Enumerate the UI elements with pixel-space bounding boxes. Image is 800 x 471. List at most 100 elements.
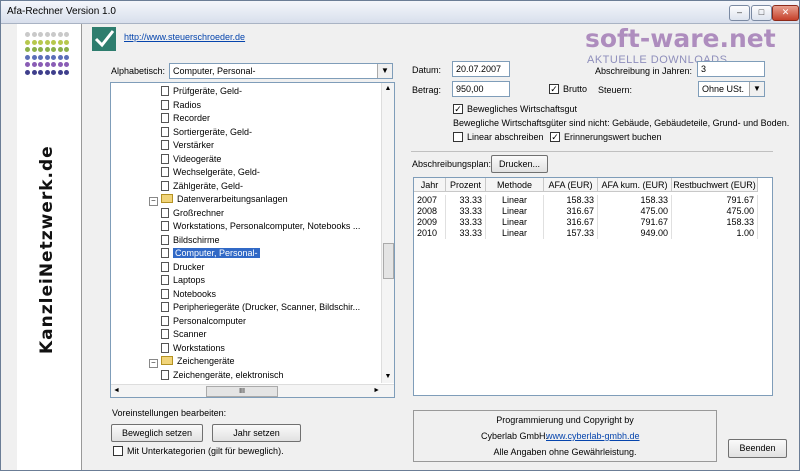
- table-cell: Linear: [486, 217, 544, 228]
- document-icon: [161, 86, 169, 96]
- column-header[interactable]: Jahr: [414, 178, 446, 192]
- logo-dot: [25, 62, 30, 67]
- betrag-label: Betrag:: [412, 85, 442, 95]
- tree-item[interactable]: Zählgeräte, Geld-: [161, 180, 243, 193]
- scroll-right-icon[interactable]: ►: [373, 385, 380, 397]
- tree-item[interactable]: Personalcomputer: [161, 315, 246, 328]
- tree-item[interactable]: Workstations, Personalcomputer, Notebook…: [161, 220, 360, 233]
- tree-item[interactable]: Wechselgeräte, Geld-: [161, 166, 260, 179]
- column-header[interactable]: AFA (EUR): [544, 178, 598, 192]
- logo-dot: [38, 69, 43, 75]
- tree-item[interactable]: Videogeräte: [161, 153, 221, 166]
- tree-item[interactable]: Sortiergeräte, Geld-: [161, 126, 252, 139]
- table-cell: 2007: [414, 195, 446, 206]
- tree-item[interactable]: Computer, Personal-: [161, 247, 260, 260]
- client-area: KanzleiNetzwerk.de http://www.steuerschr…: [1, 24, 799, 470]
- erinnerung-checkbox[interactable]: ✓: [550, 132, 560, 142]
- tree-horizontal-scrollbar[interactable]: ◄ III ►: [111, 384, 394, 397]
- logo-dot: [31, 39, 37, 45]
- table-cell: 33.33: [446, 228, 486, 239]
- website-link[interactable]: http://www.steuerschroeder.de: [124, 32, 245, 42]
- tree-item[interactable]: Peripheriegeräte (Drucker, Scanner, Bild…: [161, 301, 360, 314]
- tree-item-label: Zählgeräte, Geld-: [173, 180, 244, 191]
- category-combo[interactable]: Computer, Personal- ▼: [169, 63, 393, 79]
- datum-label: Datum:: [412, 65, 442, 75]
- chevron-down-icon[interactable]: ▼: [749, 82, 764, 96]
- brutto-checkbox[interactable]: ✓: [549, 84, 559, 94]
- tree-vertical-scrollbar[interactable]: ▲ ▼: [381, 83, 394, 383]
- logo-dot: [57, 62, 63, 67]
- table-cell: 2008: [414, 206, 446, 217]
- tree-item[interactable]: Notebooks: [161, 288, 216, 301]
- tree-item[interactable]: Verstärker: [161, 139, 214, 152]
- tree-item[interactable]: Scanner: [161, 328, 207, 341]
- print-button[interactable]: Drucken...: [491, 155, 548, 173]
- scroll-down-icon[interactable]: ▼: [382, 371, 394, 383]
- table-cell: 475.00: [598, 206, 672, 217]
- tree-item[interactable]: Bildschirme: [161, 234, 220, 247]
- tree-item[interactable]: Drucker: [161, 261, 205, 274]
- subcategories-label: Mit Unterkategorien (gilt für beweglich)…: [127, 446, 284, 456]
- depreciation-table[interactable]: Jahr Prozent Methode AFA (EUR) AFA kum. (EUR…: [413, 177, 773, 396]
- brand-sidebar: KanzleiNetzwerk.de: [17, 24, 82, 470]
- logo-dot: [57, 69, 63, 75]
- tree-item-label: Peripheriegeräte (Drucker, Scanner, Bild…: [173, 302, 361, 312]
- minimize-button[interactable]: –: [729, 5, 750, 21]
- column-header[interactable]: AFA kum. (EUR): [598, 178, 672, 192]
- collapse-icon[interactable]: –: [149, 359, 158, 368]
- tree-folder-node[interactable]: – Datenverarbeitungsanlagen: [149, 193, 288, 206]
- table-cell: 33.33: [446, 206, 486, 217]
- set-year-button[interactable]: Jahr setzen: [212, 424, 301, 442]
- document-icon: [161, 275, 169, 285]
- chevron-down-icon[interactable]: ▼: [377, 64, 392, 78]
- tree-folder-node[interactable]: – Zeichengeräte: [149, 355, 235, 368]
- logo-dot: [64, 54, 69, 60]
- column-header[interactable]: Restbuchwert (EUR): [672, 178, 758, 192]
- logo-dot: [51, 69, 56, 75]
- document-icon: [161, 207, 169, 218]
- tree-scroll-thumb[interactable]: [383, 243, 394, 279]
- tree-item[interactable]: Laptops: [161, 274, 205, 287]
- tree-item[interactable]: Zeichengeräte, elektronisch: [161, 369, 284, 382]
- document-icon: [161, 342, 169, 353]
- linear-label: Linear abschreiben: [467, 132, 544, 142]
- tree-item-label: Workstations: [173, 342, 225, 353]
- plan-label: Abschreibungsplan:: [412, 159, 492, 169]
- tree-item[interactable]: Workstations: [161, 342, 225, 355]
- steuern-select[interactable]: Ohne USt. ▼: [698, 81, 765, 97]
- company-link[interactable]: www.cyberlab-gmbh.de: [546, 431, 640, 441]
- datum-field[interactable]: 20.07.2007: [452, 61, 510, 77]
- column-header[interactable]: Prozent: [446, 178, 486, 192]
- scroll-up-icon[interactable]: ▲: [382, 83, 394, 95]
- logo-dot: [64, 39, 69, 45]
- logo-dots-icon: [25, 32, 71, 80]
- category-tree[interactable]: ▲ ▼ ◄ III ► Prüfgeräte, Geld- Radios Recor…: [110, 82, 395, 398]
- tree-item[interactable]: Recorder: [161, 112, 210, 125]
- document-icon: [161, 180, 169, 191]
- set-movable-button[interactable]: Beweglich setzen: [111, 424, 203, 442]
- tree-hscroll-thumb[interactable]: III: [206, 386, 278, 397]
- logo-dot: [44, 69, 50, 75]
- maximize-button[interactable]: □: [751, 5, 772, 21]
- tree-item[interactable]: Prüfgeräte, Geld-: [161, 85, 242, 98]
- subcategories-checkbox[interactable]: [113, 446, 123, 456]
- betrag-field[interactable]: 950,00: [452, 81, 510, 97]
- tree-item-label: Großrechner: [173, 207, 225, 218]
- tree-item[interactable]: Radios: [161, 99, 201, 112]
- logo-dot: [57, 32, 63, 37]
- beweglich-checkbox[interactable]: ✓: [453, 104, 463, 114]
- logo-dot: [44, 39, 50, 45]
- jahre-field[interactable]: 3: [697, 61, 765, 77]
- exit-button[interactable]: Beenden: [728, 439, 787, 458]
- tree-item[interactable]: Großrechner: [161, 207, 224, 220]
- scroll-left-icon[interactable]: ◄: [113, 385, 120, 397]
- close-button[interactable]: ✕: [772, 5, 799, 21]
- linear-checkbox[interactable]: [453, 132, 463, 142]
- brutto-label: Brutto: [563, 84, 588, 94]
- steuern-value: Ohne USt.: [702, 84, 745, 94]
- collapse-icon[interactable]: –: [149, 197, 158, 206]
- document-icon: [161, 99, 169, 110]
- column-header[interactable]: Methode: [486, 178, 544, 192]
- document-icon: [161, 113, 169, 123]
- tree-item-label: Computer, Personal-: [173, 248, 260, 258]
